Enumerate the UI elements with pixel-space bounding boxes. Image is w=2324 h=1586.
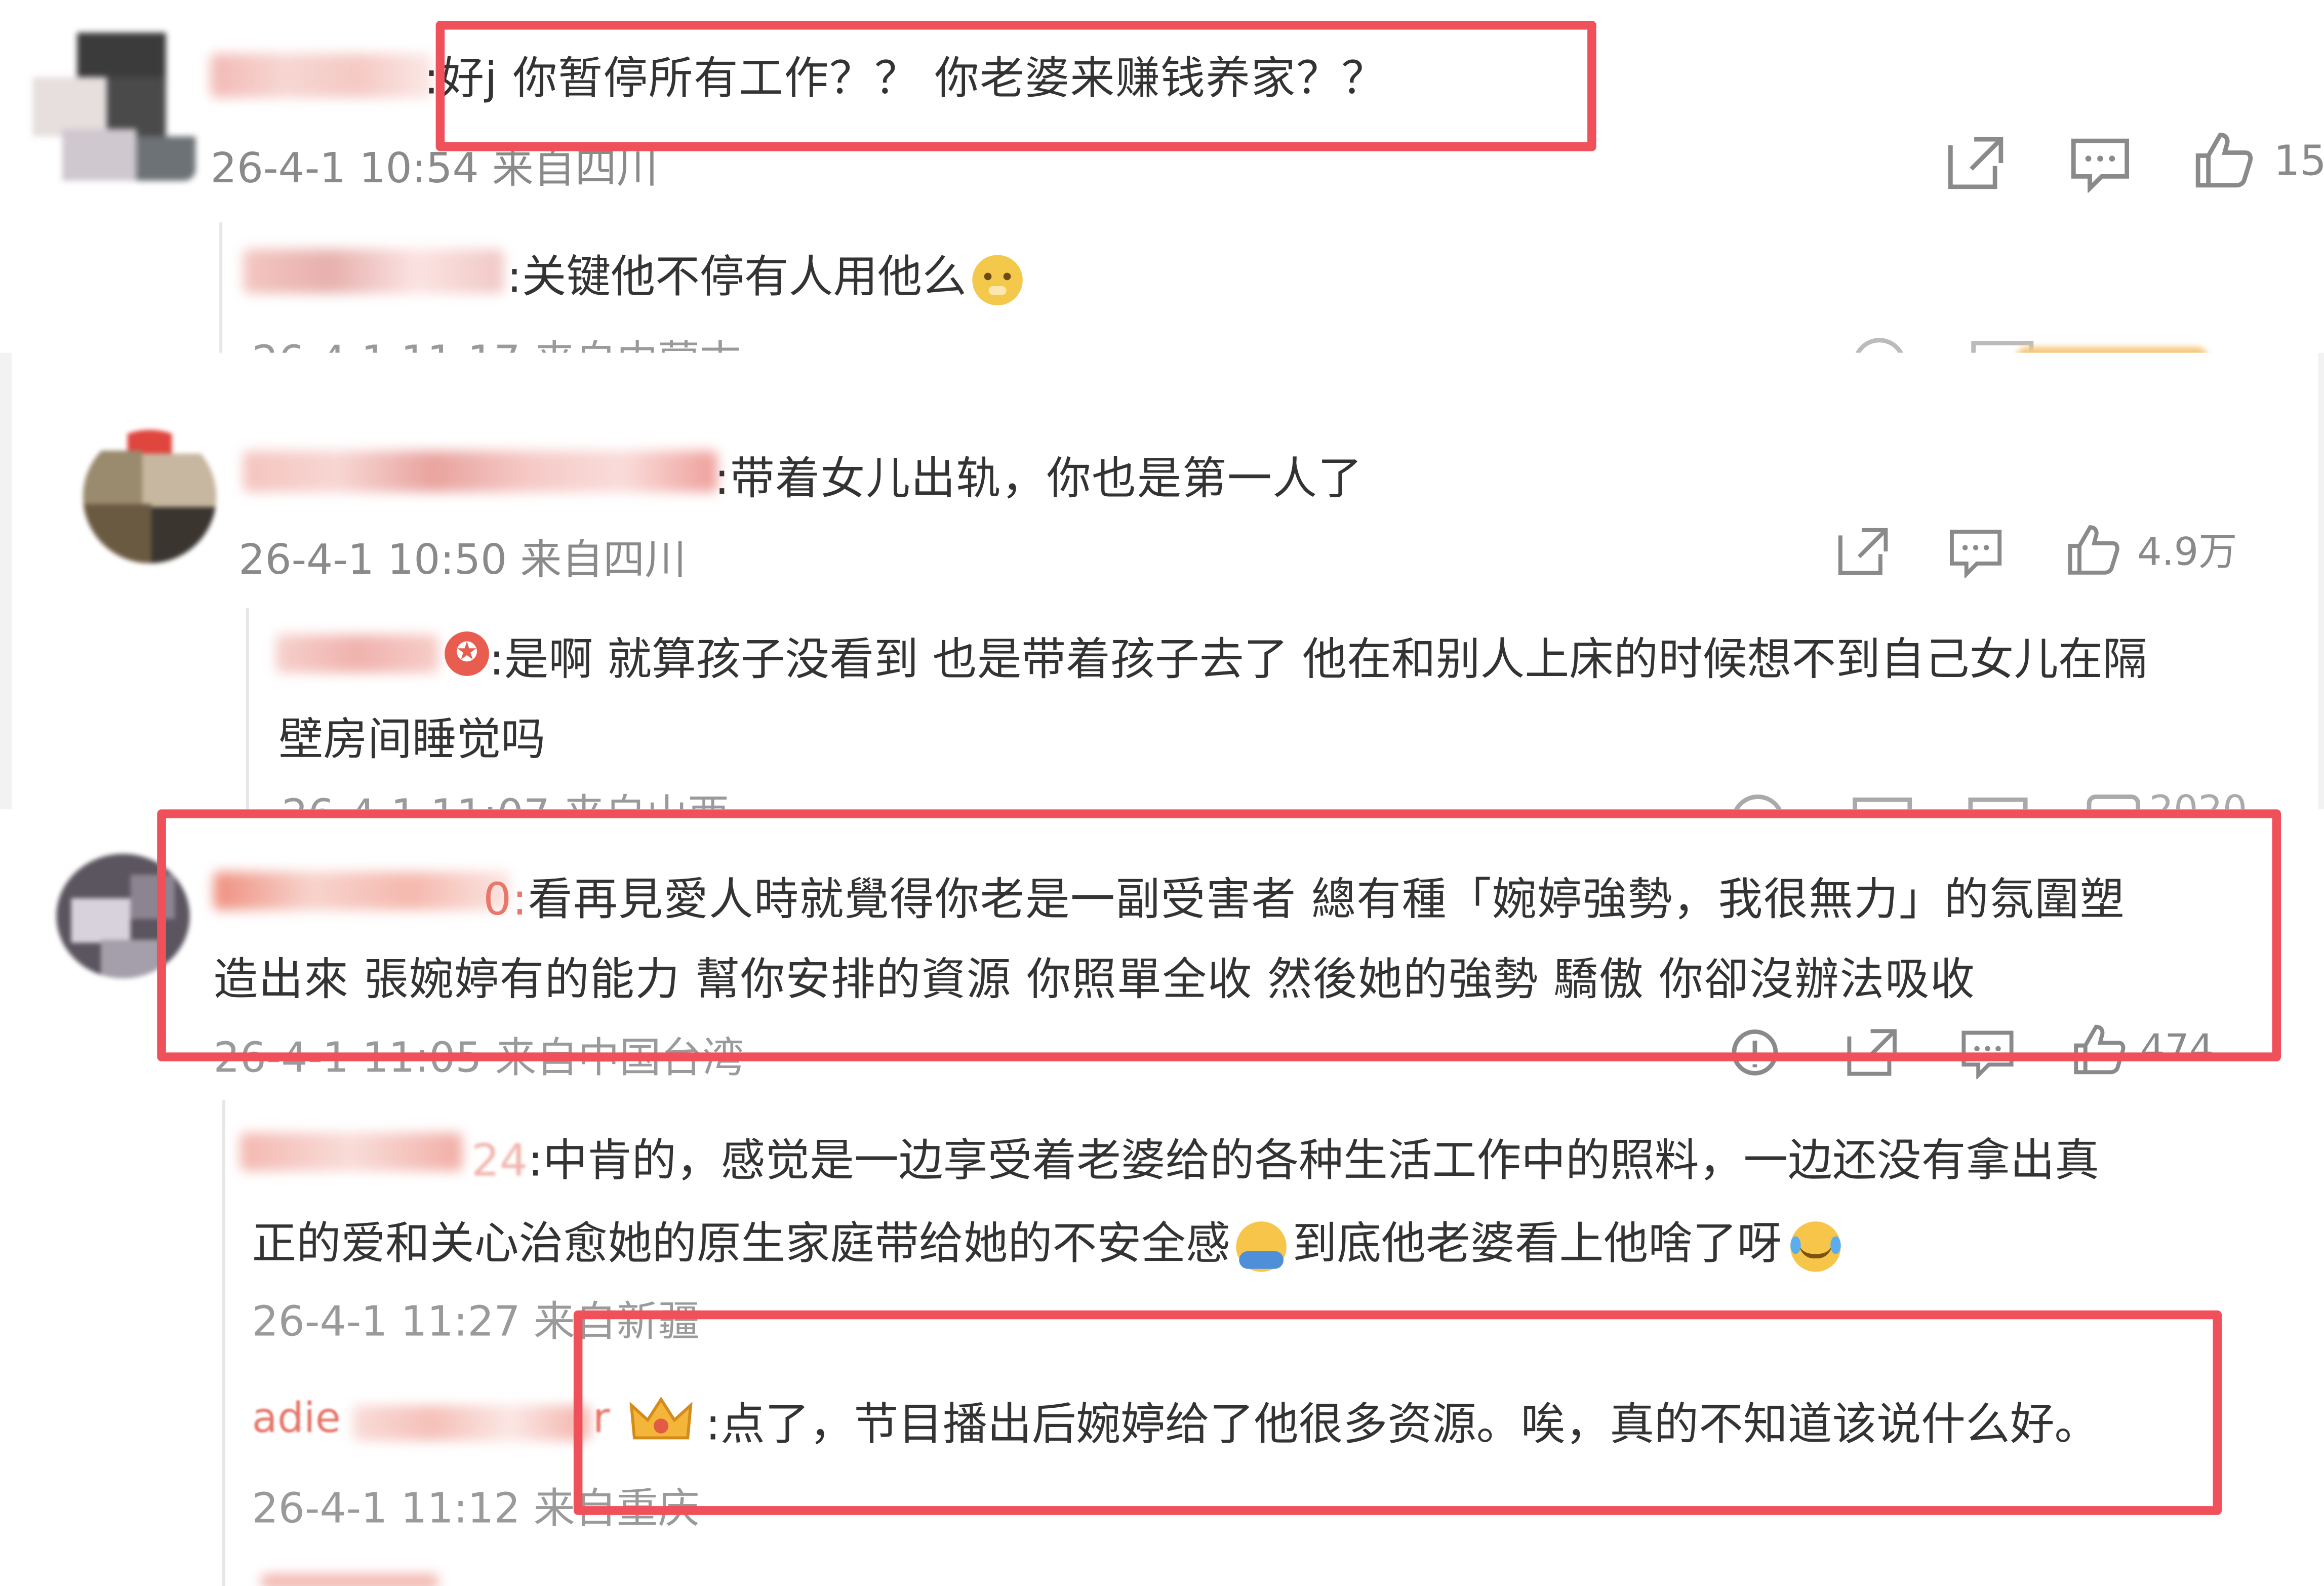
like-icon [2195,132,2253,188]
reply-text-part: 到底他老婆看上他啥了呀 [1292,1218,1782,1271]
dog-emoji-icon [972,254,1023,305]
avatar[interactable] [83,429,217,564]
reply-thread-line [219,222,223,353]
highlight-box [573,1310,2222,1515]
reply-text-line2: 正的爱和关心治愈她的原生家庭带给她的不安全感 到底他老婆看上他啥了呀 [252,1207,1841,1272]
reply-thread-line [222,1100,225,1586]
like-icon [2068,524,2119,574]
highlight-box [157,809,2281,1061]
username-redacted[interactable] [243,450,717,492]
comment-icon[interactable] [1947,528,2004,578]
like-count: 15 [2273,135,2324,185]
reply-username-redacted[interactable] [240,1132,463,1171]
reply-username-redacted[interactable] [275,634,439,673]
reply-text-line1: :是啊 就算孩子没看到 也是带着孩子去了 他在和别人上床的时候想不到自己女儿在隔 [489,634,2147,687]
highlight-box [435,20,1596,151]
comment-text: :带着女儿出轨，你也是第一人了 [714,453,1363,506]
username-redacted[interactable] [352,1405,590,1441]
like-count-partial: 2020 [2149,788,2248,809]
reply-text-content: :关键他不停有人用他么 [507,252,967,304]
shrug-emoji-icon [1236,1220,1287,1272]
username-tail: 24 [471,1135,528,1187]
screenshot-canvas: :好j 你暂停所有工作？？ 你老婆来赚钱养家？？ 26-4-1 10:54 来自… [0,0,2324,1586]
reply-text-part: 正的爱和关心治愈她的原生家庭带给她的不安全感 [252,1218,1230,1271]
share-icon[interactable] [1945,133,2007,192]
like-button[interactable]: 4.9万 [2066,522,2237,576]
comment-strip-3: 0:看再見愛人時就覺得你老是一副受害者 總有種「婉婷強勢，我很無力」的氛圍塑 造… [0,809,2324,1586]
reply-text-line2: 壁房间睡觉吗 [278,714,546,767]
reply-text: :关键他不停有人用他么 [507,240,1023,305]
like-button[interactable]: 15 [2193,131,2324,190]
verified-badge-icon: ✪ [445,631,490,676]
comment-meta: 26-4-1 10:50 来自四川 [238,535,687,584]
username-redacted[interactable] [210,53,433,98]
avatar[interactable] [32,32,196,181]
reply-meta-partial: 26-4-1 11:07 来自山西 [282,783,729,809]
laugh-cry-emoji-icon [1790,1220,1841,1272]
action-icons-partial: 2020 [1731,788,2294,810]
comment-strip-2: :带着女儿出轨，你也是第一人了 26-4-1 10:50 来自四川 4.9万 ✪… [0,352,2324,810]
reply-text-line1: 24:中肯的，感觉是一边享受着老婆给的各种生活工作中的照料，一边还没有拿出真 [471,1124,2099,1189]
username-head: adie [252,1393,341,1443]
share-icon[interactable] [1835,525,1891,578]
reply-thread-line [246,608,249,810]
reply-meta-partial: 26-4-1 11:17 来自内蒙古 [252,329,741,352]
reply-text: :中肯的，感觉是一边享受着老婆给的各种生活工作中的照料，一边还没有拿出真 [528,1135,2099,1187]
comment-strip-1: :好j 你暂停所有工作？？ 你老婆来赚钱养家？？ 26-4-1 10:54 来自… [0,0,2324,353]
reply-username-redacted[interactable] [243,249,504,294]
next-username-partial [261,1574,439,1586]
like-count: 4.9万 [2137,530,2237,575]
reply-username[interactable]: adie [252,1394,341,1443]
action-icons-partial [1853,338,2268,353]
comment-icon[interactable] [2069,136,2132,193]
